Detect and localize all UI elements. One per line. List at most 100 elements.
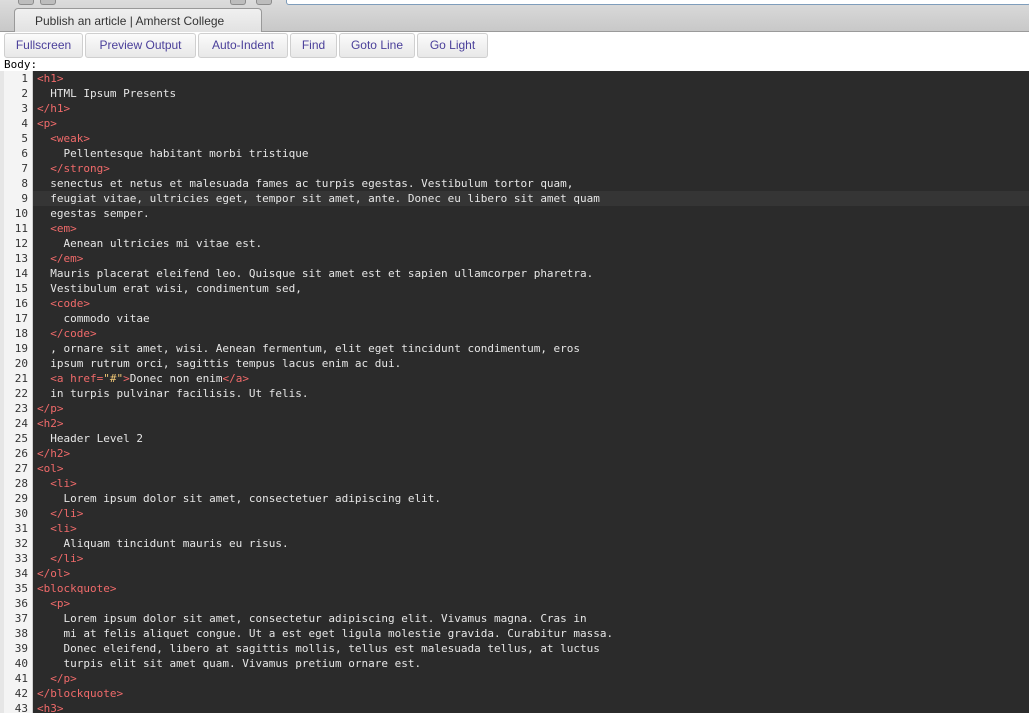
code-line[interactable]: HTML Ipsum Presents <box>33 86 1029 101</box>
line-number: 18 <box>14 327 28 340</box>
code-line[interactable]: <h3> <box>33 701 1029 713</box>
preview-output-button[interactable]: Preview Output <box>85 33 196 58</box>
line-number: 33 <box>14 552 28 565</box>
browser-tab[interactable]: Publish an article | Amherst College <box>14 8 262 32</box>
find-button[interactable]: Find <box>290 33 337 58</box>
line-number: 5 <box>21 132 28 145</box>
line-number: 32 <box>14 537 28 550</box>
code-line[interactable]: </em> <box>33 251 1029 266</box>
body-field-label: Body: <box>4 58 38 71</box>
go-light-button[interactable]: Go Light <box>417 33 488 58</box>
line-number: 41 <box>14 672 28 685</box>
line-number: 1 <box>21 72 28 85</box>
code-line[interactable]: ipsum rutrum orci, sagittis tempus lacus… <box>33 356 1029 371</box>
goto-line-button[interactable]: Goto Line <box>339 33 415 58</box>
line-number: 43 <box>14 702 28 713</box>
code-line[interactable]: egestas semper. <box>33 206 1029 221</box>
tab-title: Publish an article | Amherst College <box>35 14 225 28</box>
line-number: 27 <box>14 462 28 475</box>
fullscreen-button[interactable]: Fullscreen <box>4 33 83 58</box>
toolbar-button-stub[interactable] <box>256 0 272 5</box>
code-line[interactable]: </p> <box>33 671 1029 686</box>
line-number: 42 <box>14 687 28 700</box>
line-number: 30 <box>14 507 28 520</box>
code-line[interactable]: <h1> <box>33 71 1029 86</box>
line-number: 2 <box>21 87 28 100</box>
address-bar[interactable] <box>286 0 1029 5</box>
code-line[interactable]: <ol> <box>33 461 1029 476</box>
line-number: 19 <box>14 342 28 355</box>
line-number: 36 <box>14 597 28 610</box>
toolbar-button-stub[interactable] <box>40 0 56 5</box>
code-line[interactable]: senectus et netus et malesuada fames ac … <box>33 176 1029 191</box>
line-number: 25 <box>14 432 28 445</box>
line-number: 3 <box>21 102 28 115</box>
code-line[interactable]: <h2> <box>33 416 1029 431</box>
line-number: 6 <box>21 147 28 160</box>
code-line[interactable]: <p> <box>33 116 1029 131</box>
code-line[interactable]: <code> <box>33 296 1029 311</box>
code-line[interactable]: Lorem ipsum dolor sit amet, consectetuer… <box>33 491 1029 506</box>
toolbar-button-stub[interactable] <box>18 0 34 5</box>
code-line[interactable]: Aenean ultricies mi vitae est. <box>33 236 1029 251</box>
code-line[interactable]: </code> <box>33 326 1029 341</box>
code-area[interactable]: <h1> HTML Ipsum Presents </h1> <p> <weak> … <box>33 71 1029 713</box>
line-number: 26 <box>14 447 28 460</box>
auto-indent-button[interactable]: Auto-Indent <box>198 33 288 58</box>
line-number: 11 <box>14 222 28 235</box>
code-line[interactable]: </ol> <box>33 566 1029 581</box>
code-line[interactable]: <em> <box>33 221 1029 236</box>
code-line[interactable]: </h1> <box>33 101 1029 116</box>
code-line[interactable]: <blockquote> <box>33 581 1029 596</box>
code-line[interactable]: </li> <box>33 506 1029 521</box>
line-number: 38 <box>14 627 28 640</box>
line-number: 8 <box>21 177 28 190</box>
line-number: 13 <box>14 252 28 265</box>
line-number: 4 <box>21 117 28 130</box>
toolbar-button-stub[interactable] <box>230 0 246 5</box>
line-number: 17 <box>14 312 28 325</box>
code-line[interactable]: commodo vitae <box>33 311 1029 326</box>
line-number: 15 <box>14 282 28 295</box>
code-line[interactable]: </blockquote> <box>33 686 1029 701</box>
line-number: 23 <box>14 402 28 415</box>
code-line[interactable]: Donec eleifend, libero at sagittis molli… <box>33 641 1029 656</box>
code-line[interactable]: <weak> <box>33 131 1029 146</box>
code-line[interactable]: Header Level 2 <box>33 431 1029 446</box>
line-number: 34 <box>14 567 28 580</box>
line-number: 35 <box>14 582 28 595</box>
line-number: 21 <box>14 372 28 385</box>
code-line[interactable]: </p> <box>33 401 1029 416</box>
browser-chrome: Publish an article | Amherst College <box>0 0 1029 32</box>
code-line[interactable]: mi at felis aliquet congue. Ut a est ege… <box>33 626 1029 641</box>
code-line[interactable]: </strong> <box>33 161 1029 176</box>
code-line[interactable]: <li> <box>33 476 1029 491</box>
line-number: 37 <box>14 612 28 625</box>
code-line[interactable]: Mauris placerat eleifend leo. Quisque si… <box>33 266 1029 281</box>
line-number: 16 <box>14 297 28 310</box>
code-line[interactable]: , ornare sit amet, wisi. Aenean fermentu… <box>33 341 1029 356</box>
line-number-gutter: 1 2 3 4 5 6 7 8 9 10 11 12 13 14 15 16 17 18 19 20 21 22 23 24 2… <box>4 71 33 713</box>
code-line[interactable]: <p> <box>33 596 1029 611</box>
code-line[interactable]: turpis elit sit amet quam. Vivamus preti… <box>33 656 1029 671</box>
line-number: 14 <box>14 267 28 280</box>
code-line[interactable]: <li> <box>33 521 1029 536</box>
code-line[interactable]: in turpis pulvinar facilisis. Ut felis. <box>33 386 1029 401</box>
code-editor[interactable]: 1 2 3 4 5 6 7 8 9 10 11 12 13 14 15 16 17 18 19 20 21 22 23 24 2… <box>4 71 1029 713</box>
line-number: 24 <box>14 417 28 430</box>
line-number: 22 <box>14 387 28 400</box>
line-number: 20 <box>14 357 28 370</box>
code-line[interactable]: Pellentesque habitant morbi tristique <box>33 146 1029 161</box>
code-line[interactable]: Aliquam tincidunt mauris eu risus. <box>33 536 1029 551</box>
code-line[interactable]: feugiat vitae, ultricies eget, tempor si… <box>33 191 1029 206</box>
line-number: 28 <box>14 477 28 490</box>
code-line[interactable]: Lorem ipsum dolor sit amet, consectetur … <box>33 611 1029 626</box>
editor-toolbar: Fullscreen Preview Output Auto-Indent Fi… <box>0 32 1029 60</box>
code-line[interactable]: <a href="#">Donec non enim</a> <box>33 371 1029 386</box>
line-number: 39 <box>14 642 28 655</box>
line-number: 10 <box>14 207 28 220</box>
code-line[interactable]: </h2> <box>33 446 1029 461</box>
line-number: 40 <box>14 657 28 670</box>
code-line[interactable]: </li> <box>33 551 1029 566</box>
code-line[interactable]: Vestibulum erat wisi, condimentum sed, <box>33 281 1029 296</box>
